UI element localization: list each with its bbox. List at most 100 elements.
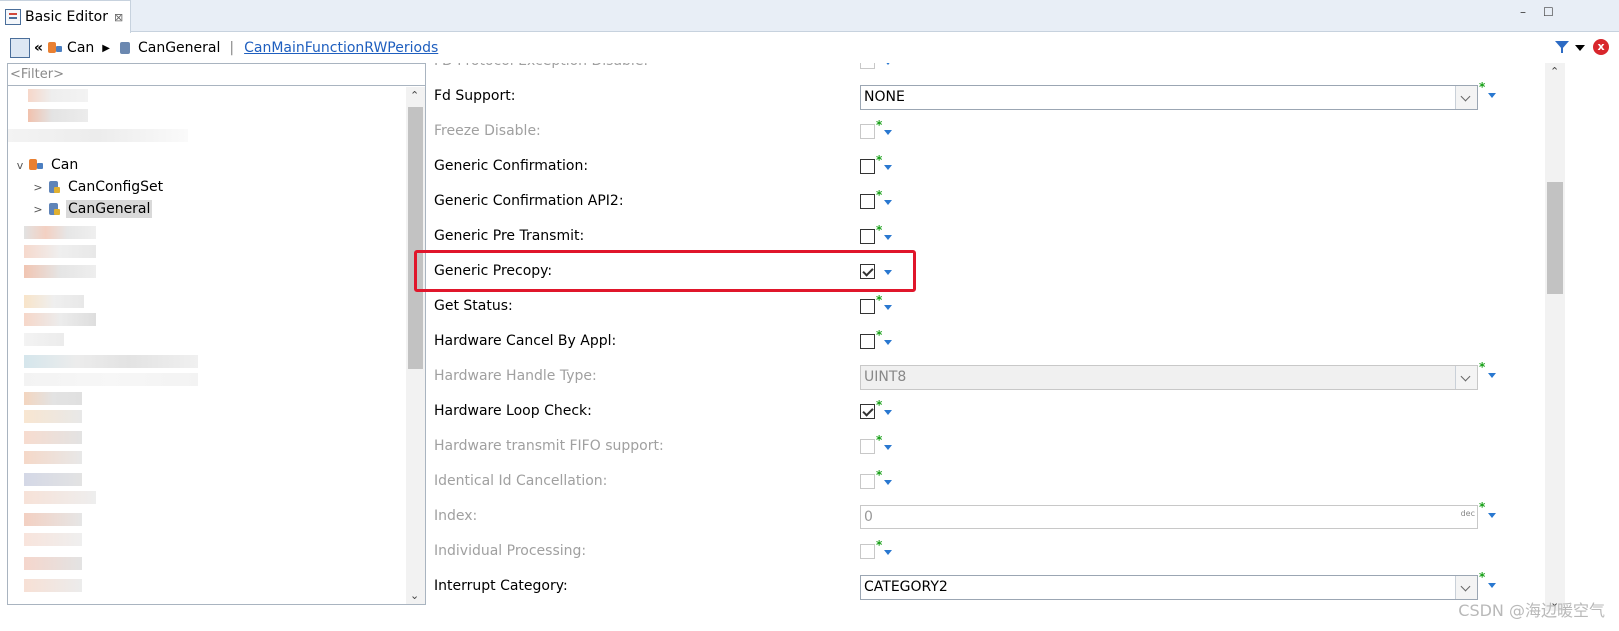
property-checkbox[interactable] [860, 334, 875, 349]
property-combo: UINT8 [860, 365, 1478, 390]
modified-star-icon: * [1479, 80, 1486, 94]
property-checkbox[interactable] [860, 299, 875, 314]
blurred-tree-item [24, 373, 198, 386]
maximize-icon[interactable]: ☐ [1543, 5, 1554, 19]
close-tab-icon[interactable]: ⊠ [114, 11, 123, 24]
combo-value: UINT8 [864, 369, 907, 385]
property-combo[interactable]: CATEGORY2 [860, 575, 1478, 600]
container-icon [47, 180, 61, 194]
tree-item-label: CanConfigSet [68, 179, 164, 195]
expand-icon[interactable]: v [14, 159, 26, 172]
parameter-menu-icon[interactable] [1488, 373, 1496, 378]
chevron-down-icon[interactable] [1455, 576, 1477, 599]
combo-value: NONE [864, 89, 905, 105]
chevron-down-icon[interactable] [1455, 86, 1477, 109]
parameter-menu-icon[interactable] [884, 305, 892, 310]
breadcrumb-arrow-icon[interactable]: ▶ [102, 43, 110, 54]
parameter-menu-icon[interactable] [884, 200, 892, 205]
breadcrumb-separator: | [229, 40, 235, 56]
blurred-tree-item [24, 295, 84, 308]
blurred-tree-item [24, 392, 82, 405]
property-combo[interactable]: NONE [860, 85, 1478, 110]
highlight-annotation [414, 250, 916, 292]
property-checkbox[interactable] [860, 159, 875, 174]
blurred-tree-item [24, 579, 82, 592]
parameter-menu-icon[interactable] [1488, 513, 1496, 518]
scroll-up-icon[interactable]: ⌃ [1550, 65, 1559, 78]
property-row: FD Protocol Exception Disable: [427, 63, 1601, 77]
parameter-menu-icon[interactable] [884, 235, 892, 240]
property-number-field: 0 dec [860, 505, 1478, 529]
back-icon[interactable]: « [34, 40, 43, 56]
property-row: Identical Id Cancellation: * [427, 467, 1601, 497]
property-label: Freeze Disable: [434, 123, 541, 139]
parameter-menu-icon[interactable] [884, 445, 892, 450]
modified-star-icon: * [876, 153, 883, 167]
tree-scrollbar[interactable]: ⌃ ⌄ [406, 87, 425, 604]
property-row: Generic Pre Transmit: * [427, 222, 1601, 252]
property-label: Identical Id Cancellation: [434, 473, 608, 489]
property-checkbox[interactable] [860, 194, 875, 209]
filter-icon[interactable] [1555, 40, 1569, 54]
modified-star-icon: * [1479, 500, 1486, 514]
container-icon [119, 42, 130, 54]
scrollbar-thumb[interactable] [408, 107, 423, 369]
modified-star-icon: * [876, 188, 883, 202]
blurred-tree-item [24, 557, 82, 570]
scroll-up-icon[interactable]: ⌃ [410, 89, 419, 102]
property-label: Hardware transmit FIFO support: [434, 438, 664, 454]
tree-item-label: Can [51, 157, 79, 173]
toggle-tree-button[interactable] [10, 38, 30, 58]
modified-star-icon: * [876, 223, 883, 237]
property-scrollbar[interactable]: ⌃ ⌄ [1545, 63, 1565, 611]
modified-star-icon: * [876, 433, 883, 447]
property-row: Index: 0 dec * [427, 500, 1601, 532]
property-label: Generic Confirmation API2: [434, 193, 624, 209]
modified-star-icon: * [1479, 570, 1486, 584]
watermark: CSDN @海边暖空气 [1458, 601, 1605, 620]
close-icon[interactable]: x [1593, 39, 1609, 55]
parameter-menu-icon[interactable] [884, 63, 892, 65]
tree-item-can[interactable]: v Can [14, 154, 80, 176]
blurred-tree-item [24, 265, 96, 278]
property-label: Interrupt Category: [434, 578, 568, 594]
parameter-menu-icon[interactable] [884, 130, 892, 135]
parameter-menu-icon[interactable] [884, 480, 892, 485]
blurred-tree-item [24, 473, 82, 486]
collapse-icon[interactable]: > [32, 203, 44, 216]
property-row: Hardware Handle Type: UINT8 * [427, 360, 1601, 392]
property-checkbox[interactable] [860, 404, 875, 419]
blurred-tree-item [24, 313, 96, 326]
blurred-tree-item [28, 109, 88, 122]
parameter-menu-icon[interactable] [884, 340, 892, 345]
breadcrumb-current-link[interactable]: CanMainFunctionRWPeriods [244, 40, 438, 56]
parameter-menu-icon[interactable] [884, 410, 892, 415]
property-row: Individual Processing: * [427, 537, 1601, 567]
property-row: Fd Support: NONE * [427, 80, 1601, 112]
chevron-down-icon[interactable] [1455, 366, 1477, 389]
modified-star-icon: * [876, 328, 883, 342]
filter-input[interactable]: <Filter> [8, 64, 425, 86]
tree-item-canconfigset[interactable]: > CanConfigSet [32, 176, 165, 198]
basic-editor-icon [5, 9, 21, 25]
blurred-tree-item [28, 89, 88, 102]
property-label: Index: [434, 508, 478, 524]
parameter-menu-icon[interactable] [884, 550, 892, 555]
property-row: Generic Confirmation: * [427, 152, 1601, 182]
parameter-menu-icon[interactable] [884, 165, 892, 170]
breadcrumb-cangeneral[interactable]: CanGeneral [138, 40, 220, 56]
parameter-menu-icon[interactable] [1488, 583, 1496, 588]
view-menu-icon[interactable] [1575, 45, 1585, 51]
minimize-icon[interactable]: – [1520, 5, 1526, 19]
tab-basic-editor[interactable]: Basic Editor ⊠ [0, 0, 131, 33]
parameter-menu-icon[interactable] [1488, 93, 1496, 98]
scroll-down-icon[interactable]: ⌄ [410, 589, 419, 602]
breadcrumb-can[interactable]: Can [67, 40, 94, 56]
property-label: Individual Processing: [434, 543, 587, 559]
property-label: Hardware Handle Type: [434, 368, 597, 384]
modified-star-icon: * [1479, 360, 1486, 374]
scrollbar-thumb[interactable] [1547, 182, 1563, 294]
property-checkbox[interactable] [860, 229, 875, 244]
tree-item-cangeneral[interactable]: > CanGeneral [32, 198, 153, 220]
collapse-icon[interactable]: > [32, 181, 44, 194]
